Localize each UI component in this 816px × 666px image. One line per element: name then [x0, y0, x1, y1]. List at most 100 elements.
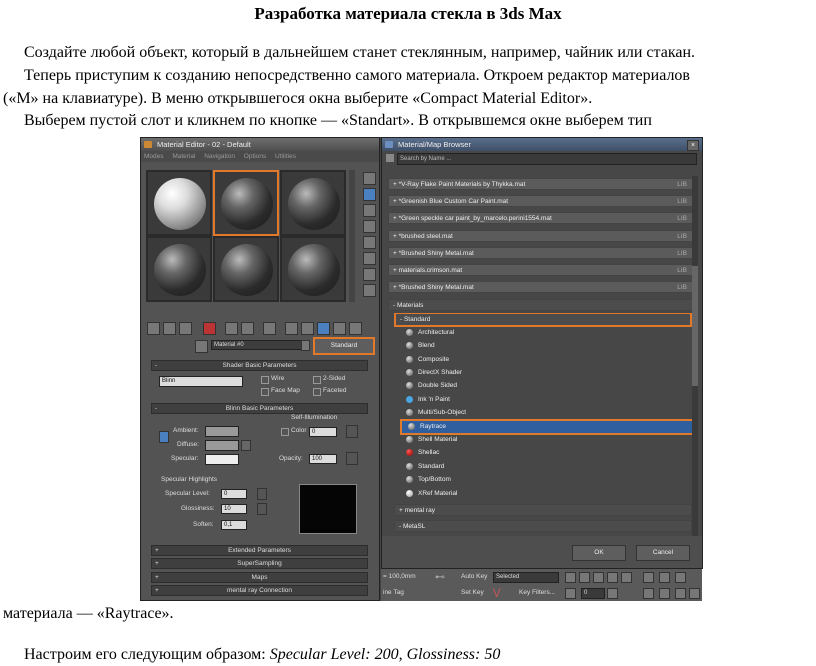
put-to-library-icon[interactable] [263, 322, 276, 335]
material-item-composite[interactable]: Composite [400, 354, 693, 366]
specular-swatch[interactable] [205, 454, 239, 465]
glossiness-map-button[interactable] [257, 503, 267, 515]
cancel-button[interactable]: Cancel [636, 545, 690, 561]
material-slot-3[interactable] [280, 170, 346, 236]
material-slot-1[interactable] [146, 170, 212, 236]
make-preview-icon[interactable] [363, 252, 376, 265]
browser-scrollbar[interactable] [692, 176, 698, 536]
library-row-1[interactable]: + *V-Ray Flake Paint Materials by Thykka… [388, 178, 694, 190]
go-to-parent-icon[interactable] [333, 322, 346, 335]
go-forward-sibling-icon[interactable] [349, 322, 362, 335]
go-start-icon[interactable] [565, 572, 576, 583]
maximize-viewport-icon[interactable] [689, 588, 700, 599]
make-unique-icon[interactable] [241, 322, 254, 335]
copy-material-icon[interactable] [225, 322, 238, 335]
ambient-swatch[interactable] [205, 426, 239, 437]
auto-key-button[interactable]: Auto Key [461, 573, 487, 580]
zoom-all-icon[interactable] [659, 572, 670, 583]
material-slot-4[interactable] [146, 236, 212, 302]
library-row-2[interactable]: + *Greenish Blue Custom Car Paint.mat LIB [388, 195, 694, 207]
select-by-material-icon[interactable] [363, 284, 376, 297]
menu-modes[interactable]: Modes [144, 153, 164, 160]
opacity-map-button[interactable] [346, 452, 358, 465]
material-item-directx-shader[interactable]: DirectX Shader [400, 367, 693, 379]
material-id-icon[interactable] [285, 322, 298, 335]
key-mode-icon[interactable]: ⋁ [493, 587, 500, 598]
library-row-4[interactable]: + *brushed steel.mat LIB [388, 230, 694, 242]
shader-rollout-header[interactable]: - Shader Basic Parameters [151, 360, 368, 371]
prev-frame-icon[interactable] [579, 572, 590, 583]
material-item-double-sided[interactable]: Double Sided [400, 380, 693, 392]
faceted-checkbox[interactable] [313, 388, 321, 396]
close-icon[interactable]: × [687, 140, 699, 151]
diffuse-map-button[interactable] [241, 440, 251, 451]
standard-group-header[interactable]: - Standard [396, 314, 690, 325]
set-key-button[interactable]: Set Key [461, 589, 484, 596]
key-mode-toggle-icon[interactable] [565, 588, 576, 599]
material-item-shell-material[interactable]: Shell Material [400, 434, 693, 446]
library-row-5[interactable]: + *Brushed Shiny Metal.mat LIB [388, 247, 694, 259]
two-sided-checkbox[interactable] [313, 376, 321, 384]
material-item-standard[interactable]: Standard [400, 461, 693, 473]
lock-icon[interactable] [159, 431, 169, 443]
scrollbar-thumb[interactable] [692, 266, 698, 386]
library-row-3[interactable]: + *Green speckle car paint_by_marcelo.pe… [388, 212, 694, 224]
selected-dropdown[interactable]: Selected [493, 572, 559, 583]
key-filters-button[interactable]: Key Filters... [519, 589, 555, 596]
material-name-field[interactable]: Material #0 [211, 340, 303, 350]
zoom-icon[interactable] [643, 572, 654, 583]
slot-scrollbar[interactable] [349, 170, 355, 302]
material-slot-5[interactable] [213, 236, 279, 302]
orbit-icon[interactable] [675, 588, 686, 599]
maps-rollout[interactable]: + Maps [151, 572, 368, 583]
soften-field[interactable]: 0,1 [221, 520, 247, 530]
search-input[interactable]: Search by Name ... [397, 153, 697, 165]
fov-icon[interactable] [643, 588, 654, 599]
standard-type-button[interactable]: Standard [313, 337, 375, 355]
show-map-icon[interactable] [301, 322, 314, 335]
library-row-6[interactable]: + materials.crimson.mat LIB [388, 264, 694, 276]
self-illum-color-field[interactable]: 0 [309, 427, 337, 437]
mental-ray-group-header[interactable]: + mental ray [394, 504, 692, 516]
sample-type-icon[interactable] [363, 172, 376, 185]
blinn-rollout-header[interactable]: - Blinn Basic Parameters [151, 403, 368, 414]
reset-icon[interactable] [203, 322, 216, 335]
self-illum-map-button[interactable] [346, 425, 358, 438]
material-item-raytrace[interactable]: Raytrace [402, 421, 692, 433]
library-row-7[interactable]: + *Brushed Shiny Metal.mat LIB [388, 281, 694, 293]
material-slot-2[interactable] [213, 170, 279, 236]
material-item-shellac[interactable]: Shellac [400, 447, 693, 459]
ok-button[interactable]: OK [572, 545, 626, 561]
material-slot-6[interactable] [280, 236, 346, 302]
menu-utilities[interactable]: Utilities [275, 153, 296, 160]
play-icon[interactable] [593, 572, 604, 583]
uv-tiling-icon[interactable] [363, 220, 376, 233]
self-illum-color-checkbox[interactable] [281, 428, 289, 436]
material-item-ink-n-paint[interactable]: Ink 'n Paint [400, 394, 693, 406]
material-item-blend[interactable]: Blend [400, 340, 693, 352]
browser-options-icon[interactable] [386, 154, 394, 162]
next-frame-icon[interactable] [607, 572, 618, 583]
shader-select[interactable]: Blinn [159, 376, 243, 387]
pick-material-icon[interactable] [195, 340, 208, 353]
material-item-multi-sub-object[interactable]: Multi/Sub-Object [400, 407, 693, 419]
assign-material-icon[interactable] [179, 322, 192, 335]
frame-field[interactable]: 0 [581, 588, 605, 599]
video-check-icon[interactable] [363, 236, 376, 249]
name-dropdown-icon[interactable] [301, 340, 310, 351]
material-item-top-bottom[interactable]: Top/Bottom [400, 474, 693, 486]
extended-params-rollout[interactable]: + Extended Parameters [151, 545, 368, 556]
backlight-icon[interactable] [363, 188, 376, 201]
material-item-architectural[interactable]: Architectural [400, 327, 693, 339]
glossiness-field[interactable]: 10 [221, 504, 247, 514]
menu-material[interactable]: Material [172, 153, 195, 160]
opacity-field[interactable]: 100 [309, 454, 337, 464]
background-icon[interactable] [363, 204, 376, 217]
material-item-xref[interactable]: XRef Material [400, 488, 693, 500]
mental-ray-connection-rollout[interactable]: + mental ray Connection [151, 585, 368, 596]
menu-options[interactable]: Options [244, 153, 266, 160]
key-icon[interactable]: ⊷ [435, 572, 445, 583]
time-config-icon[interactable] [607, 588, 618, 599]
diffuse-swatch[interactable] [205, 440, 239, 451]
supersampling-rollout[interactable]: + SuperSampling [151, 558, 368, 569]
